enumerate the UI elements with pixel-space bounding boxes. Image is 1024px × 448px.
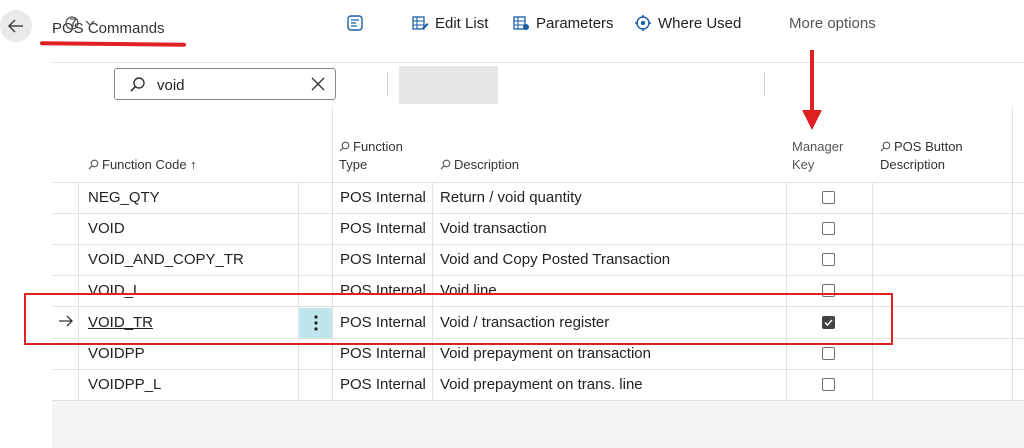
row-divider (52, 275, 1024, 276)
column-header-pos-button-description[interactable]: POS Button Description (880, 138, 963, 174)
more-options-label: More options (789, 14, 876, 32)
cell-function-type[interactable]: POS Internal (340, 369, 426, 400)
column-header-label: Manager (792, 139, 844, 154)
where-used-button[interactable]: Where Used (634, 8, 741, 38)
column-header-manager-key[interactable]: Manager Key (792, 138, 843, 174)
column-divider (78, 182, 79, 400)
title-annotation-underline (39, 41, 187, 47)
search-icon (88, 159, 99, 170)
cell-description[interactable]: Void transaction (440, 213, 547, 244)
manager-key-checkbox[interactable] (822, 222, 835, 235)
column-divider (1012, 108, 1013, 400)
more-options-button[interactable]: More options (789, 8, 876, 38)
arrow-down-annotation-icon (802, 50, 822, 130)
views-button[interactable] (62, 8, 104, 38)
column-header-function-code[interactable]: Function Code ↑ (88, 156, 197, 174)
column-divider (872, 182, 873, 400)
column-divider (332, 108, 333, 400)
column-header-label: Description (880, 157, 946, 172)
column-header-description[interactable]: Description (440, 156, 519, 174)
manager-key-checkbox[interactable] (822, 191, 835, 204)
column-header-label: Function (353, 139, 403, 154)
parameters-icon (513, 16, 529, 30)
toolbar-separator (764, 72, 765, 96)
edit-list-active-bg (399, 66, 498, 104)
where-used-icon (635, 15, 651, 31)
search-box[interactable] (114, 68, 336, 100)
manager-key-checkbox[interactable] (822, 253, 835, 266)
parameters-label: Parameters (536, 14, 614, 32)
filter-pane-icon (347, 15, 363, 31)
search-icon (339, 141, 350, 152)
cell-description[interactable]: Return / void quantity (440, 182, 582, 213)
cell-function-code[interactable]: VOIDPP_L (88, 369, 161, 400)
column-header-label: Function Code ↑ (102, 157, 197, 172)
search-input[interactable] (157, 75, 307, 95)
toolbar-separator (387, 72, 388, 96)
column-header-label: Type (339, 157, 368, 172)
cell-function-code[interactable]: VOID_AND_COPY_TR (88, 244, 244, 275)
search-icon (440, 159, 451, 170)
cell-function-code[interactable]: VOID (88, 213, 125, 244)
search-icon (880, 141, 891, 152)
cell-description[interactable]: Void prepayment on trans. line (440, 369, 643, 400)
column-header-label: Key (792, 157, 815, 172)
edit-list-icon (412, 16, 429, 30)
cell-function-code[interactable]: NEG_QTY (88, 182, 160, 213)
edit-list-button[interactable]: Edit List (411, 8, 488, 38)
parameters-button[interactable]: Parameters (512, 8, 614, 38)
cell-function-type[interactable]: POS Internal (340, 213, 426, 244)
where-used-label: Where Used (658, 14, 742, 32)
manager-key-checkbox[interactable] (822, 347, 835, 360)
search-icon (130, 77, 145, 92)
manager-key-checkbox[interactable] (822, 378, 835, 391)
column-header-label: Description (454, 157, 520, 172)
back-button[interactable] (0, 10, 32, 42)
cell-function-type[interactable]: POS Internal (340, 182, 426, 213)
arrow-left-icon (7, 19, 23, 33)
column-header-label: POS Button (894, 139, 963, 154)
cell-description[interactable]: Void and Copy Posted Transaction (440, 244, 670, 275)
cell-function-type[interactable]: POS Internal (340, 244, 426, 275)
column-divider (786, 182, 787, 400)
close-icon[interactable] (310, 76, 326, 92)
column-header-function-type[interactable]: Function Type (339, 138, 403, 174)
row-divider (52, 400, 1024, 401)
edit-list-label: Edit List (435, 14, 489, 32)
column-divider (298, 182, 299, 400)
row-annotation-highlight (24, 293, 893, 345)
column-divider (432, 182, 433, 400)
show-filter-pane-button[interactable] (346, 8, 370, 38)
filter-views-icon (65, 16, 95, 30)
